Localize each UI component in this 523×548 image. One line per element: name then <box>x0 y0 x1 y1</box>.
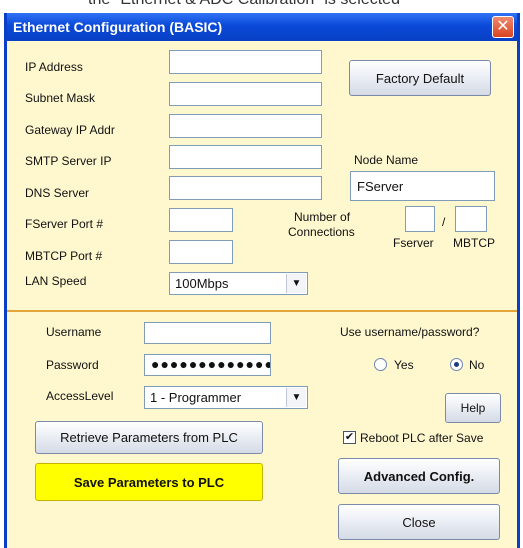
username-label: Username <box>46 325 102 339</box>
access-level-select[interactable]: 1 - Programmer ▼ <box>144 386 308 409</box>
section-divider <box>7 310 517 312</box>
fserver-connections-input[interactable] <box>405 206 435 232</box>
lan-speed-label: LAN Speed <box>25 274 87 288</box>
no-radio[interactable] <box>450 358 463 371</box>
fserver-caption: Fserver <box>393 236 434 250</box>
title-bar: Ethernet Configuration (BASIC) ✕ <box>7 13 517 41</box>
ip-address-label: IP Address <box>25 60 83 74</box>
password-input[interactable]: ●●●●●●●●●●●●●●● <box>144 354 271 376</box>
help-button[interactable]: Help <box>445 393 501 423</box>
dns-server-input[interactable] <box>169 176 322 200</box>
background-caption-text: the "Ethernet & ADC Calibration" is sele… <box>88 0 400 9</box>
smtp-server-input[interactable] <box>169 145 322 169</box>
factory-default-button[interactable]: Factory Default <box>349 60 491 96</box>
ethernet-config-dialog: Ethernet Configuration (BASIC) ✕ IP Addr… <box>4 13 520 548</box>
smtp-server-label: SMTP Server IP <box>25 154 112 168</box>
chevron-down-icon[interactable]: ▼ <box>286 388 306 407</box>
gateway-input[interactable] <box>169 114 322 138</box>
retrieve-parameters-button[interactable]: Retrieve Parameters from PLC <box>35 421 263 454</box>
node-name-label: Node Name <box>354 153 419 167</box>
connections-label-line2: Connections <box>288 225 355 239</box>
connections-label-line1: Number of <box>294 210 351 224</box>
ip-address-input[interactable] <box>169 50 322 74</box>
mbtcp-port-label: MBTCP Port # <box>25 249 103 263</box>
close-window-button[interactable]: ✕ <box>492 16 514 38</box>
connections-separator: / <box>442 215 446 229</box>
chevron-down-icon[interactable]: ▼ <box>286 274 306 293</box>
access-level-label: AccessLevel <box>46 389 114 403</box>
access-level-value: 1 - Programmer <box>150 390 242 405</box>
close-button[interactable]: Close <box>338 504 500 540</box>
fserver-port-input[interactable] <box>169 208 233 232</box>
window-title: Ethernet Configuration (BASIC) <box>13 19 223 35</box>
subnet-mask-input[interactable] <box>169 82 322 106</box>
mbtcp-connections-input[interactable] <box>455 206 487 232</box>
reboot-checkbox[interactable]: ✔ <box>343 431 356 444</box>
mbtcp-port-input[interactable] <box>169 240 233 264</box>
advanced-config-button[interactable]: Advanced Config. <box>338 458 500 494</box>
gateway-label: Gateway IP Addr <box>25 123 115 137</box>
dns-server-label: DNS Server <box>25 186 90 200</box>
reboot-checkbox-label: Reboot PLC after Save <box>360 431 484 445</box>
mbtcp-caption: MBTCP <box>453 236 495 250</box>
lan-speed-select[interactable]: 100Mbps ▼ <box>169 272 308 295</box>
yes-radio-label: Yes <box>394 358 414 372</box>
background-caption: the "Ethernet & ADC Calibration" is sele… <box>0 0 523 13</box>
fserver-port-label: FServer Port # <box>25 217 104 231</box>
password-label: Password <box>46 358 99 372</box>
subnet-mask-label: Subnet Mask <box>25 91 96 105</box>
no-radio-label: No <box>469 358 485 372</box>
save-parameters-button[interactable]: Save Parameters to PLC <box>35 463 263 501</box>
lan-speed-value: 100Mbps <box>175 276 229 291</box>
yes-radio[interactable] <box>374 358 387 371</box>
use-auth-question: Use username/password? <box>340 325 480 339</box>
username-input[interactable] <box>144 322 271 344</box>
node-name-input[interactable]: FServer <box>350 171 495 201</box>
